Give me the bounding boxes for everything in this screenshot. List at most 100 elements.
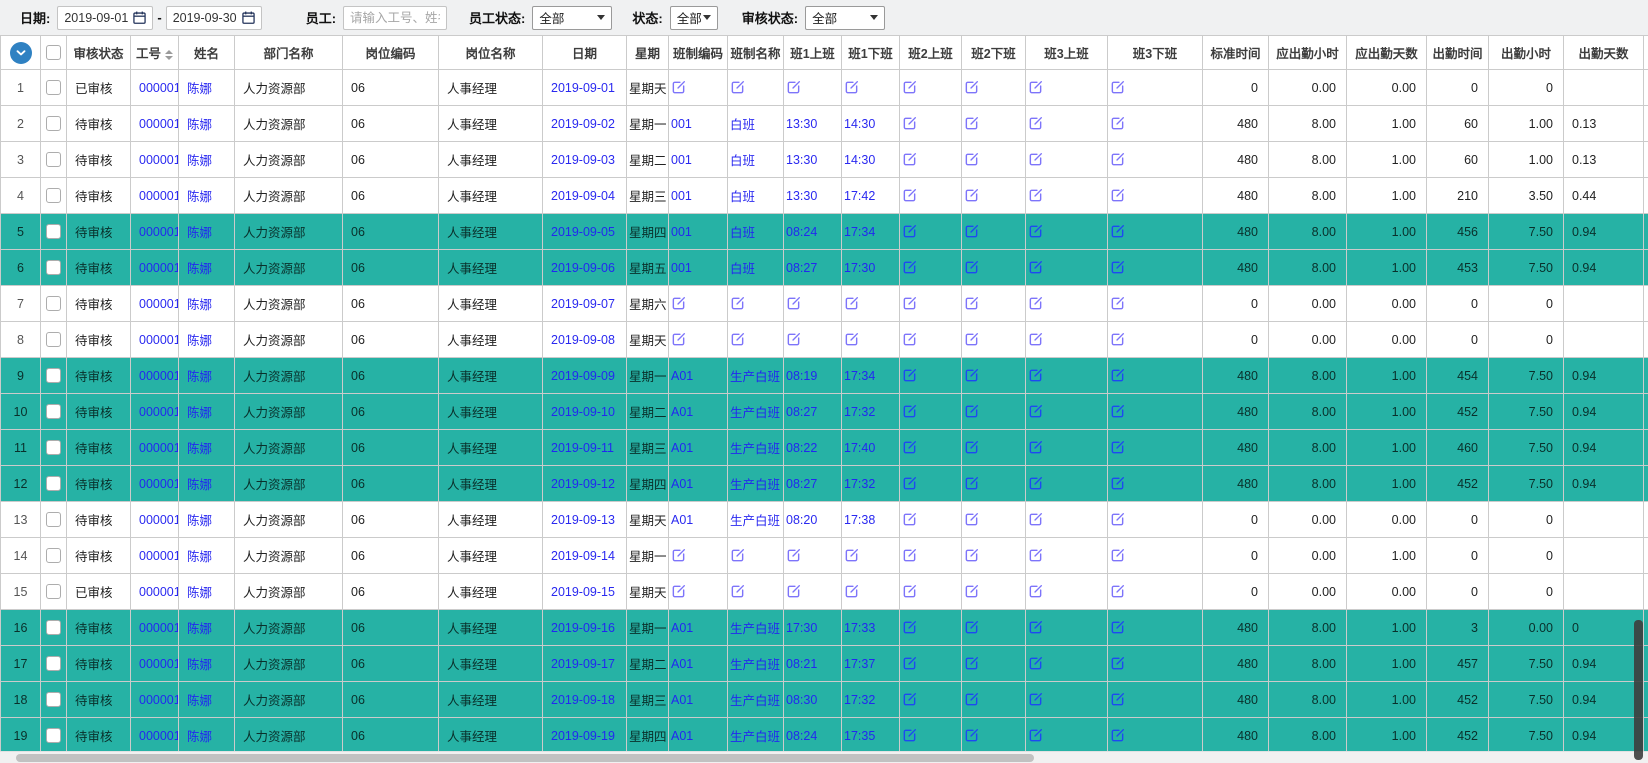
row-checkbox[interactable] bbox=[46, 728, 61, 743]
edit-icon[interactable] bbox=[964, 116, 979, 131]
s1_out-link[interactable]: 17:32 bbox=[844, 693, 875, 707]
employee-search-input[interactable] bbox=[343, 6, 447, 30]
row-checkbox[interactable] bbox=[46, 368, 61, 383]
date-link[interactable]: 2019-09-19 bbox=[551, 729, 615, 743]
edit-icon[interactable] bbox=[1110, 80, 1125, 95]
s1_out-link[interactable]: 17:42 bbox=[844, 189, 875, 203]
edit-icon[interactable] bbox=[1110, 404, 1125, 419]
edit-icon[interactable] bbox=[1028, 296, 1043, 311]
edit-icon[interactable] bbox=[671, 296, 686, 311]
name-link[interactable]: 陈娜 bbox=[187, 118, 212, 132]
s1_in-link[interactable]: 08:21 bbox=[786, 657, 817, 671]
edit-icon[interactable] bbox=[1028, 80, 1043, 95]
employee-status-select[interactable]: 全部 bbox=[532, 6, 612, 30]
edit-icon[interactable] bbox=[964, 656, 979, 671]
edit-icon[interactable] bbox=[1110, 728, 1125, 743]
s1_out-link[interactable]: 17:40 bbox=[844, 441, 875, 455]
emp_no-link[interactable]: 000001 bbox=[139, 585, 179, 599]
shift_name-link[interactable]: 生产白班 bbox=[730, 370, 780, 384]
name-link[interactable]: 陈娜 bbox=[187, 478, 212, 492]
edit-icon[interactable] bbox=[902, 80, 917, 95]
edit-icon[interactable] bbox=[1110, 548, 1125, 563]
s1_in-link[interactable]: 08:30 bbox=[786, 693, 817, 707]
edit-icon[interactable] bbox=[1110, 116, 1125, 131]
edit-icon[interactable] bbox=[1028, 548, 1043, 563]
s1_in-link[interactable]: 17:30 bbox=[786, 621, 817, 635]
emp_no-link[interactable]: 000001 bbox=[139, 81, 179, 95]
s1_in-link[interactable]: 08:24 bbox=[786, 225, 817, 239]
edit-icon[interactable] bbox=[1028, 440, 1043, 455]
row-checkbox[interactable] bbox=[46, 404, 61, 419]
shift_code-link[interactable]: A01 bbox=[671, 369, 693, 383]
edit-icon[interactable] bbox=[786, 548, 801, 563]
edit-icon[interactable] bbox=[1110, 188, 1125, 203]
shift_code-link[interactable]: A01 bbox=[671, 513, 693, 527]
edit-icon[interactable] bbox=[1110, 584, 1125, 599]
emp_no-link[interactable]: 000001 bbox=[139, 369, 179, 383]
emp_no-link[interactable]: 000001 bbox=[139, 153, 179, 167]
edit-icon[interactable] bbox=[730, 332, 745, 347]
edit-icon[interactable] bbox=[786, 332, 801, 347]
shift_name-link[interactable]: 白班 bbox=[730, 226, 755, 240]
s1_in-link[interactable]: 08:27 bbox=[786, 261, 817, 275]
select-all-checkbox[interactable] bbox=[46, 45, 61, 60]
name-link[interactable]: 陈娜 bbox=[187, 298, 212, 312]
s1_in-link[interactable]: 08:27 bbox=[786, 405, 817, 419]
date-link[interactable]: 2019-09-14 bbox=[551, 549, 615, 563]
edit-icon[interactable] bbox=[786, 80, 801, 95]
date-link[interactable]: 2019-09-06 bbox=[551, 261, 615, 275]
s1_out-link[interactable]: 17:38 bbox=[844, 513, 875, 527]
s1_out-link[interactable]: 17:32 bbox=[844, 405, 875, 419]
edit-icon[interactable] bbox=[1110, 512, 1125, 527]
date-link[interactable]: 2019-09-17 bbox=[551, 657, 615, 671]
shift_name-link[interactable]: 生产白班 bbox=[730, 622, 780, 636]
s1_in-link[interactable]: 13:30 bbox=[786, 153, 817, 167]
edit-icon[interactable] bbox=[1028, 692, 1043, 707]
row-checkbox[interactable] bbox=[46, 188, 61, 203]
edit-icon[interactable] bbox=[902, 620, 917, 635]
shift_code-link[interactable]: A01 bbox=[671, 693, 693, 707]
edit-icon[interactable] bbox=[671, 80, 686, 95]
shift_code-link[interactable]: A01 bbox=[671, 657, 693, 671]
edit-icon[interactable] bbox=[902, 188, 917, 203]
s1_in-link[interactable]: 08:19 bbox=[786, 369, 817, 383]
row-checkbox[interactable] bbox=[46, 260, 61, 275]
edit-icon[interactable] bbox=[964, 440, 979, 455]
emp_no-link[interactable]: 000001 bbox=[139, 729, 179, 743]
row-checkbox[interactable] bbox=[46, 440, 61, 455]
name-link[interactable]: 陈娜 bbox=[187, 154, 212, 168]
edit-icon[interactable] bbox=[730, 296, 745, 311]
edit-icon[interactable] bbox=[1028, 260, 1043, 275]
edit-icon[interactable] bbox=[964, 296, 979, 311]
edit-icon[interactable] bbox=[1028, 188, 1043, 203]
shift_name-link[interactable]: 生产白班 bbox=[730, 514, 780, 528]
edit-icon[interactable] bbox=[1028, 368, 1043, 383]
edit-icon[interactable] bbox=[1028, 476, 1043, 491]
name-link[interactable]: 陈娜 bbox=[187, 694, 212, 708]
edit-icon[interactable] bbox=[844, 80, 859, 95]
edit-icon[interactable] bbox=[1028, 224, 1043, 239]
s1_in-link[interactable]: 08:24 bbox=[786, 729, 817, 743]
emp_no-link[interactable]: 000001 bbox=[139, 621, 179, 635]
edit-icon[interactable] bbox=[1028, 620, 1043, 635]
edit-icon[interactable] bbox=[902, 404, 917, 419]
col-header-emp_no[interactable]: 工号 bbox=[131, 36, 179, 70]
date-link[interactable]: 2019-09-16 bbox=[551, 621, 615, 635]
edit-icon[interactable] bbox=[1028, 116, 1043, 131]
edit-icon[interactable] bbox=[964, 260, 979, 275]
edit-icon[interactable] bbox=[1110, 296, 1125, 311]
date-link[interactable]: 2019-09-01 bbox=[551, 81, 615, 95]
vertical-scrollbar-thumb[interactable] bbox=[1634, 620, 1643, 760]
edit-icon[interactable] bbox=[1110, 260, 1125, 275]
shift_code-link[interactable]: 001 bbox=[671, 117, 692, 131]
edit-icon[interactable] bbox=[902, 584, 917, 599]
edit-icon[interactable] bbox=[730, 584, 745, 599]
date-link[interactable]: 2019-09-18 bbox=[551, 693, 615, 707]
row-checkbox[interactable] bbox=[46, 512, 61, 527]
shift_name-link[interactable]: 生产白班 bbox=[730, 478, 780, 492]
date-link[interactable]: 2019-09-04 bbox=[551, 189, 615, 203]
edit-icon[interactable] bbox=[902, 656, 917, 671]
date-link[interactable]: 2019-09-07 bbox=[551, 297, 615, 311]
edit-icon[interactable] bbox=[1110, 620, 1125, 635]
edit-icon[interactable] bbox=[902, 152, 917, 167]
